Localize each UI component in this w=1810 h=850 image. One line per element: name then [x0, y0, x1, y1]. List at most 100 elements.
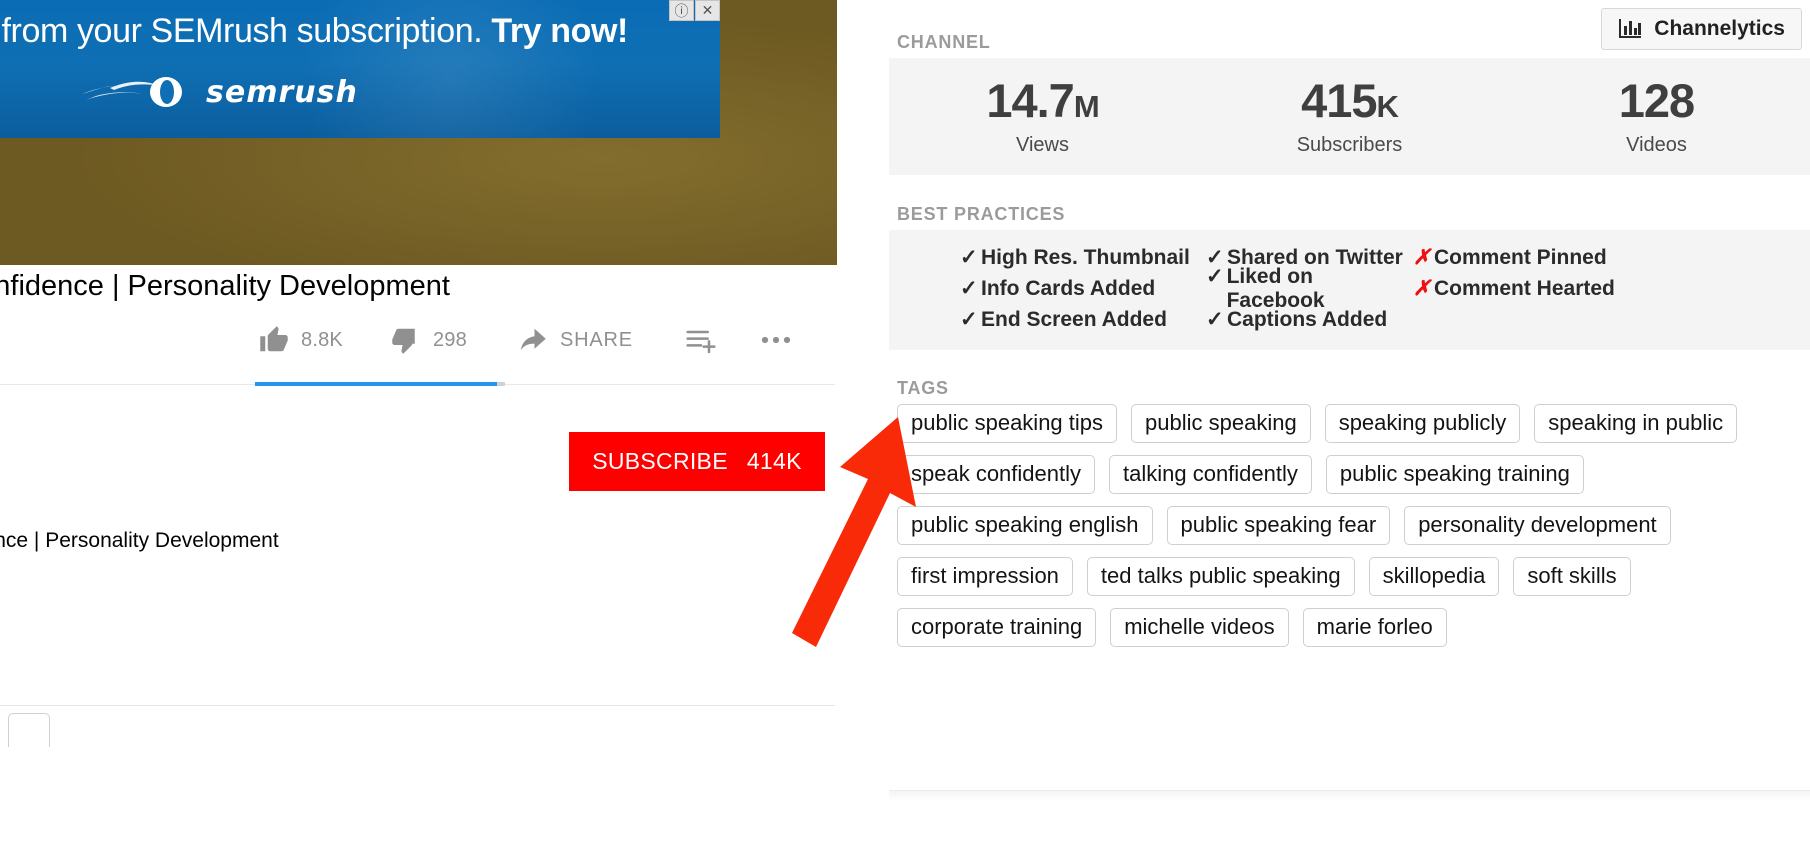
best-practice-item: ✓Info Cards Added: [960, 276, 1206, 301]
best-practice-label: Comment Hearted: [1434, 277, 1615, 301]
thumbs-down-icon: [391, 325, 421, 355]
cross-icon: ✗: [1413, 276, 1434, 301]
video-title: with confidence | Personality Developmen…: [0, 270, 864, 303]
best-practice-label: End Screen Added: [981, 308, 1167, 332]
tag-chip[interactable]: first impression: [897, 557, 1073, 596]
best-practice-item: ✓Liked on Facebook: [1206, 264, 1413, 313]
tag-chip[interactable]: public speaking fear: [1167, 506, 1391, 545]
dislike-button[interactable]: 298: [391, 325, 467, 355]
best-practice-item: ✗Comment Pinned: [1413, 245, 1615, 270]
tag-chip[interactable]: corporate training: [897, 608, 1096, 647]
tag-list: public speaking tips public speaking speak…: [897, 404, 1810, 647]
panel-content: Channelytics CHANNEL 14.7M Views 415K Su…: [963, 0, 1810, 850]
channel-stats: 14.7M Views 415K Subscribers 128 Videos: [889, 58, 1810, 175]
tag-chip[interactable]: marie forleo: [1303, 608, 1447, 647]
check-icon: ✓: [960, 245, 981, 270]
stat-videos: 128 Videos: [1503, 77, 1810, 157]
check-icon: ✓: [960, 307, 981, 332]
stat-subscribers-caption: Subscribers: [1196, 134, 1503, 157]
ad-info-icon[interactable]: ⓘ: [669, 0, 694, 21]
share-button[interactable]: SHARE: [517, 325, 633, 355]
subscribe-button[interactable]: SUBSCRIBE 414K: [569, 432, 825, 491]
best-practice-label: Comment Pinned: [1434, 246, 1607, 270]
bottom-partial-control[interactable]: [8, 713, 50, 747]
tag-chip[interactable]: speaking in public: [1534, 404, 1737, 443]
add-to-playlist-icon: [685, 325, 717, 355]
tag-chip[interactable]: ted talks public speaking: [1087, 557, 1355, 596]
semrush-wordmark: semrush: [206, 75, 358, 110]
subscriber-count: 414K: [747, 448, 802, 475]
save-to-playlist-button[interactable]: [685, 325, 717, 355]
video-player[interactable]: ut more from your SEMrush subscription. …: [0, 0, 837, 265]
like-count: 8.8K: [301, 329, 343, 352]
comments-divider: [0, 705, 835, 706]
tag-chip[interactable]: speaking publicly: [1325, 404, 1521, 443]
share-label: SHARE: [560, 329, 633, 352]
best-practice-label: High Res. Thumbnail: [981, 246, 1190, 270]
tag-chip[interactable]: skillopedia: [1369, 557, 1500, 596]
ellipsis-icon: [759, 325, 793, 355]
best-practice-item: ✓Captions Added: [1206, 307, 1413, 332]
stat-views-number: 14.7: [986, 74, 1073, 127]
best-practice-label: Captions Added: [1227, 308, 1387, 332]
stat-videos-number: 128: [1619, 74, 1694, 127]
best-practice-item: ✗Comment Hearted: [1413, 276, 1615, 301]
check-icon: ✓: [1206, 264, 1227, 289]
best-practice-label: Info Cards Added: [981, 277, 1155, 301]
flame-icon: [80, 72, 196, 112]
share-arrow-icon: [517, 325, 547, 355]
stat-subscribers: 415K Subscribers: [1196, 77, 1503, 157]
best-practice-item: ✓High Res. Thumbnail: [960, 245, 1206, 270]
stat-videos-value: 128: [1503, 77, 1810, 124]
stat-videos-caption: Videos: [1503, 134, 1810, 157]
tag-chip[interactable]: speak confidently: [897, 455, 1095, 494]
stat-subscribers-unit: K: [1377, 89, 1398, 124]
tag-chip[interactable]: michelle videos: [1110, 608, 1288, 647]
best-practices-box: ✓High Res. Thumbnail✓Shared on Twitter✗C…: [889, 230, 1810, 350]
panel-footer: [889, 790, 1810, 850]
ad-headline: ut more from your SEMrush subscription. …: [0, 12, 720, 51]
channelytics-label: Channelytics: [1654, 17, 1785, 41]
more-actions-button[interactable]: [759, 325, 793, 355]
tag-chip[interactable]: public speaking training: [1326, 455, 1584, 494]
tag-chip[interactable]: soft skills: [1513, 557, 1630, 596]
best-practices-section-label: BEST PRACTICES: [897, 204, 1065, 225]
ad-headline-bold: Try now!: [491, 12, 628, 50]
cross-icon: ✗: [1413, 245, 1434, 270]
channelytics-panel: Channelytics CHANNEL 14.7M Views 415K Su…: [963, 0, 1810, 850]
footer-shadow: [889, 791, 1810, 801]
tag-chip[interactable]: public speaking: [1131, 404, 1311, 443]
stat-views-value: 14.7M: [889, 77, 1196, 124]
stat-subscribers-number: 415: [1301, 74, 1376, 127]
semrush-logo: semrush: [80, 72, 358, 112]
like-button[interactable]: 8.8K: [259, 325, 343, 355]
semrush-ad-banner[interactable]: ut more from your SEMrush subscription. …: [0, 0, 720, 138]
stat-views-unit: M: [1074, 89, 1099, 124]
check-icon: ✓: [1206, 307, 1227, 332]
youtube-watch-pane: ut more from your SEMrush subscription. …: [0, 0, 963, 850]
subscribe-label: SUBSCRIBE: [592, 448, 728, 475]
tag-chip[interactable]: public speaking english: [897, 506, 1153, 545]
stat-views-caption: Views: [889, 134, 1196, 157]
tag-chip[interactable]: talking confidently: [1109, 455, 1312, 494]
channelytics-button[interactable]: Channelytics: [1601, 8, 1802, 50]
ad-controls: ⓘ ✕: [668, 0, 720, 21]
video-action-bar: 8.8K 298 SHARE: [259, 325, 793, 355]
best-practice-item: ✓End Screen Added: [960, 307, 1206, 332]
bar-chart-icon: [1618, 17, 1644, 41]
best-practices-grid: ✓High Res. Thumbnail✓Shared on Twitter✗C…: [960, 242, 1615, 335]
tag-chip[interactable]: personality development: [1404, 506, 1670, 545]
ad-headline-plain: ut more from your SEMrush subscription.: [0, 12, 491, 50]
ad-close-icon[interactable]: ✕: [695, 0, 720, 21]
stat-views: 14.7M Views: [889, 77, 1196, 157]
check-icon: ✓: [960, 276, 981, 301]
tag-chip[interactable]: public speaking tips: [897, 404, 1117, 443]
best-practice-label: Liked on Facebook: [1227, 265, 1413, 313]
dislike-count: 298: [433, 329, 467, 352]
thumbs-up-icon: [259, 325, 289, 355]
stat-subscribers-value: 415K: [1196, 77, 1503, 124]
tags-section-label: TAGS: [897, 378, 949, 399]
like-ratio-fill: [255, 382, 497, 386]
like-ratio-bar: [255, 382, 505, 386]
video-description-line: n confidence | Personality Development: [0, 529, 809, 553]
